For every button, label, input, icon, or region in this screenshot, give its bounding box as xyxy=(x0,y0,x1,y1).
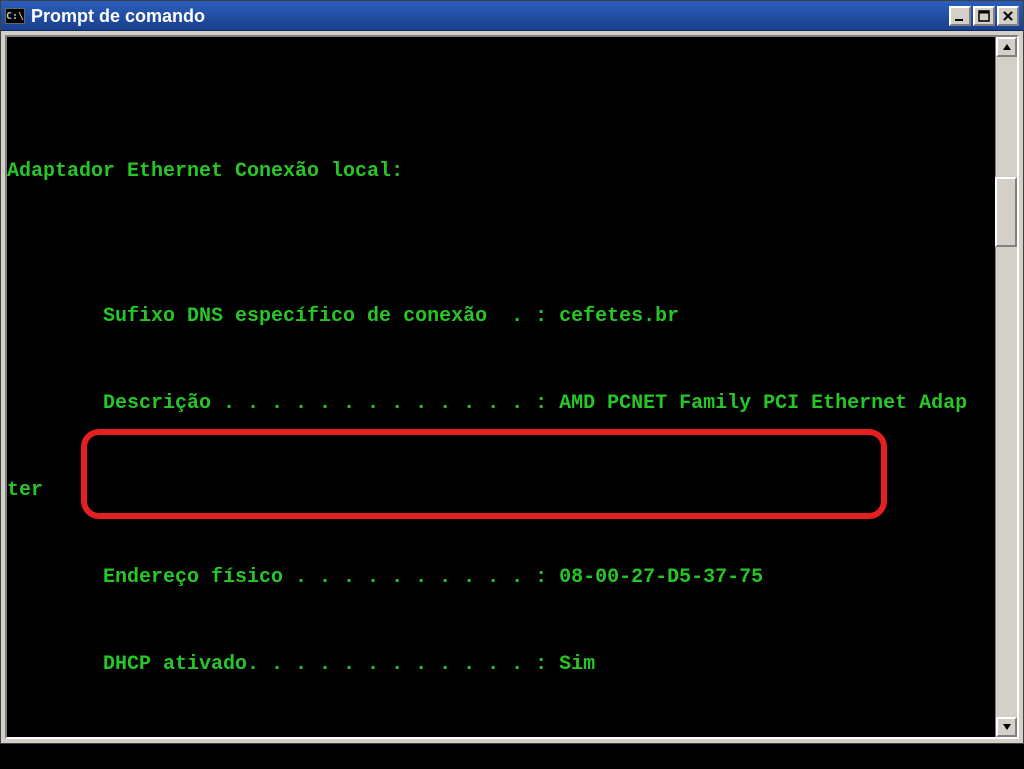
cmd-window: C:\ Prompt de comando Adaptador Ethernet… xyxy=(0,0,1024,744)
term-line: Descrição . . . . . . . . . . . . . : AM… xyxy=(7,389,995,418)
term-line: Adaptador Ethernet Conexão local: xyxy=(7,157,995,186)
maximize-button[interactable] xyxy=(973,6,995,26)
term-line: Sufixo DNS específico de conexão . : cef… xyxy=(7,302,995,331)
chevron-up-icon xyxy=(1002,42,1012,52)
maximize-icon xyxy=(978,10,990,22)
close-button[interactable] xyxy=(997,6,1019,26)
chevron-down-icon xyxy=(1002,722,1012,732)
minimize-icon xyxy=(954,10,966,22)
window-title: Prompt de comando xyxy=(31,7,949,25)
term-line: DHCP ativado. . . . . . . . . . . . : Si… xyxy=(7,650,995,679)
terminal-output[interactable]: Adaptador Ethernet Conexão local: Sufixo… xyxy=(7,37,995,737)
term-line: Endereço físico . . . . . . . . . . : 08… xyxy=(7,563,995,592)
scroll-up-button[interactable] xyxy=(996,37,1017,57)
app-icon: C:\ xyxy=(5,8,25,24)
titlebar[interactable]: C:\ Prompt de comando xyxy=(1,1,1023,31)
scroll-down-button[interactable] xyxy=(996,717,1017,737)
client-area: Adaptador Ethernet Conexão local: Sufixo… xyxy=(5,35,1019,739)
term-line: ter xyxy=(7,476,995,505)
scroll-thumb[interactable] xyxy=(995,177,1017,247)
minimize-button[interactable] xyxy=(949,6,971,26)
close-icon xyxy=(1002,10,1014,22)
vertical-scrollbar[interactable] xyxy=(995,37,1017,737)
window-controls xyxy=(949,6,1019,26)
